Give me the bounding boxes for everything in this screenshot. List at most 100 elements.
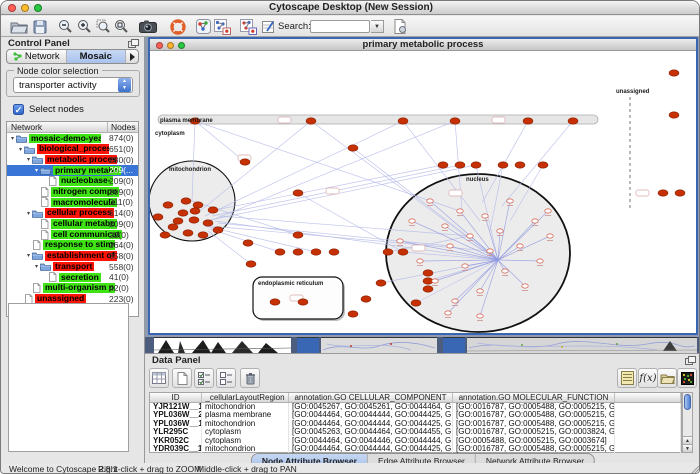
table-cell[interactable]: YJR121W__1 bbox=[150, 403, 202, 412]
network-node[interactable] bbox=[523, 118, 533, 124]
table-cell[interactable]: cytoplasm bbox=[202, 428, 289, 437]
tree-row[interactable]: cellular metabo209(0) bbox=[7, 219, 138, 230]
scrollbar-thumb[interactable] bbox=[684, 394, 691, 410]
search-input[interactable] bbox=[310, 20, 370, 33]
network-node[interactable] bbox=[427, 199, 433, 203]
network-node[interactable] bbox=[507, 199, 513, 203]
attribute-table-header[interactable]: ID_cellularLayoutRegionannotation.GO CEL… bbox=[150, 393, 681, 403]
snapshot-button[interactable] bbox=[138, 18, 157, 35]
table-row[interactable]: YLR295Ccytoplasm[GO:0045263, GO:0044464,… bbox=[150, 428, 681, 437]
table-row[interactable]: YPL036W__2plasma membrane[GO:0044464, GO… bbox=[150, 411, 681, 420]
new-attribute-button[interactable] bbox=[172, 368, 192, 388]
zoom-fit-button[interactable] bbox=[113, 18, 128, 35]
table-cell[interactable]: [GO:0016787, GO:0005488, GO:0005215, G..… bbox=[453, 411, 615, 420]
network-node[interactable] bbox=[471, 162, 481, 168]
network-node[interactable] bbox=[398, 118, 408, 124]
table-cell[interactable]: YKR052C bbox=[150, 437, 202, 446]
network-node[interactable] bbox=[275, 249, 285, 255]
scroll-up-button[interactable]: ▲ bbox=[683, 436, 692, 444]
import-attributes-button[interactable] bbox=[657, 368, 677, 388]
network-node[interactable] bbox=[160, 232, 170, 238]
zoom-out-button[interactable] bbox=[57, 18, 72, 35]
tree-row[interactable]: nucleobase-209(0) bbox=[7, 176, 138, 187]
network-node[interactable] bbox=[522, 284, 528, 288]
network-node[interactable] bbox=[293, 190, 303, 196]
table-cell[interactable]: [GO:0005488, GO:0005215, GO:0003674] bbox=[453, 437, 615, 446]
table-cell[interactable] bbox=[615, 428, 681, 437]
expand-arrow-icon[interactable]: ▾ bbox=[17, 146, 24, 153]
table-row[interactable]: YKR052Ccytoplasm[GO:0044464, GO:0044446,… bbox=[150, 437, 681, 446]
import-table-button[interactable] bbox=[392, 18, 407, 35]
network-node[interactable] bbox=[153, 214, 163, 220]
table-cell[interactable] bbox=[615, 445, 681, 454]
network-node[interactable] bbox=[487, 249, 493, 253]
zoom-selected-button[interactable] bbox=[95, 18, 110, 35]
help-button[interactable] bbox=[169, 18, 186, 35]
network-node[interactable] bbox=[457, 209, 463, 213]
network-node[interactable] bbox=[442, 224, 448, 228]
table-cell[interactable]: [GO:0044464, GO:0044444, GO:0044425, G..… bbox=[289, 420, 453, 429]
attribute-notes-button[interactable] bbox=[617, 368, 637, 388]
network-node[interactable] bbox=[409, 219, 415, 223]
network-node[interactable] bbox=[452, 299, 458, 303]
table-cell[interactable]: plasma membrane bbox=[202, 411, 289, 420]
tree-row[interactable]: ▾primary metabo209(... bbox=[7, 165, 138, 176]
table-cell[interactable]: YPL036W__1 bbox=[150, 420, 202, 429]
network-node[interactable] bbox=[270, 299, 280, 305]
network-node[interactable] bbox=[538, 162, 548, 168]
tree-row[interactable]: ▾biological_process651(0) bbox=[7, 144, 138, 155]
tree-row[interactable]: ▾metabolic process280(0) bbox=[7, 154, 138, 165]
network-node[interactable] bbox=[190, 208, 200, 214]
tree-row[interactable]: multi-organism pro42(0) bbox=[7, 283, 138, 294]
background-window[interactable] bbox=[297, 337, 319, 353]
network-node[interactable] bbox=[203, 220, 213, 226]
network-node[interactable] bbox=[240, 159, 250, 165]
select-all-attributes-button[interactable] bbox=[194, 368, 214, 388]
table-cell[interactable] bbox=[615, 411, 681, 420]
table-cell[interactable]: [GO:0016787, GO:0005488, GO:0005215, G..… bbox=[453, 403, 615, 412]
table-cell[interactable] bbox=[615, 403, 681, 412]
network-node[interactable] bbox=[438, 162, 448, 168]
table-cell[interactable]: YLR295C bbox=[150, 428, 202, 437]
tree-row[interactable]: cell communicat22(0) bbox=[7, 229, 138, 240]
annotation-button[interactable] bbox=[239, 18, 257, 35]
delete-attribute-button[interactable] bbox=[240, 368, 260, 388]
network-node[interactable] bbox=[348, 145, 358, 151]
network-node[interactable] bbox=[450, 118, 460, 124]
open-file-button[interactable] bbox=[9, 18, 28, 35]
network-node[interactable] bbox=[477, 314, 483, 318]
matrix-view-button[interactable] bbox=[677, 368, 697, 388]
table-cell[interactable] bbox=[615, 437, 681, 446]
expand-arrow-icon[interactable]: ▾ bbox=[33, 167, 40, 174]
select-nodes-checkbox[interactable]: ✓ bbox=[13, 104, 24, 115]
column-header[interactable]: ID bbox=[150, 393, 202, 402]
network-node[interactable] bbox=[477, 289, 483, 293]
network-view-frame[interactable]: primary metabolic process plasma membran… bbox=[148, 37, 698, 335]
table-cell[interactable]: [GO:0044464, GO:0044444, GO:0044425, G..… bbox=[289, 411, 453, 420]
table-scrollbar[interactable]: ▲ ▼ bbox=[682, 392, 693, 453]
network-node[interactable] bbox=[432, 279, 438, 283]
table-cell[interactable]: [GO:0045263, GO:0044464, GO:0044455, G..… bbox=[289, 428, 453, 437]
network-node[interactable] bbox=[181, 198, 191, 204]
expand-arrow-icon[interactable]: ▾ bbox=[9, 135, 16, 142]
network-node[interactable] bbox=[208, 207, 218, 213]
network-node[interactable] bbox=[497, 229, 503, 233]
network-node[interactable] bbox=[383, 249, 393, 255]
network-node[interactable] bbox=[398, 249, 408, 255]
network-node[interactable] bbox=[163, 202, 173, 208]
tree-row[interactable]: secretion41(0) bbox=[7, 272, 138, 283]
network-node[interactable] bbox=[675, 190, 685, 196]
background-window[interactable] bbox=[443, 337, 465, 353]
network-node[interactable] bbox=[498, 162, 508, 168]
table-row[interactable]: YPL036W__1mitochondrion[GO:0044464, GO:0… bbox=[150, 420, 681, 429]
network-node[interactable] bbox=[532, 219, 538, 223]
network-node[interactable] bbox=[198, 232, 208, 238]
network-node[interactable] bbox=[183, 230, 193, 236]
tab-network[interactable]: Network bbox=[7, 50, 67, 63]
network-node[interactable] bbox=[669, 112, 679, 118]
network-node[interactable] bbox=[168, 224, 178, 230]
table-cell[interactable]: YPL036W__2 bbox=[150, 411, 202, 420]
background-window[interactable] bbox=[467, 337, 697, 353]
network-node[interactable] bbox=[517, 244, 523, 248]
table-cell[interactable]: [GO:0044464, GO:0044446, GO:0044444, G..… bbox=[289, 437, 453, 446]
